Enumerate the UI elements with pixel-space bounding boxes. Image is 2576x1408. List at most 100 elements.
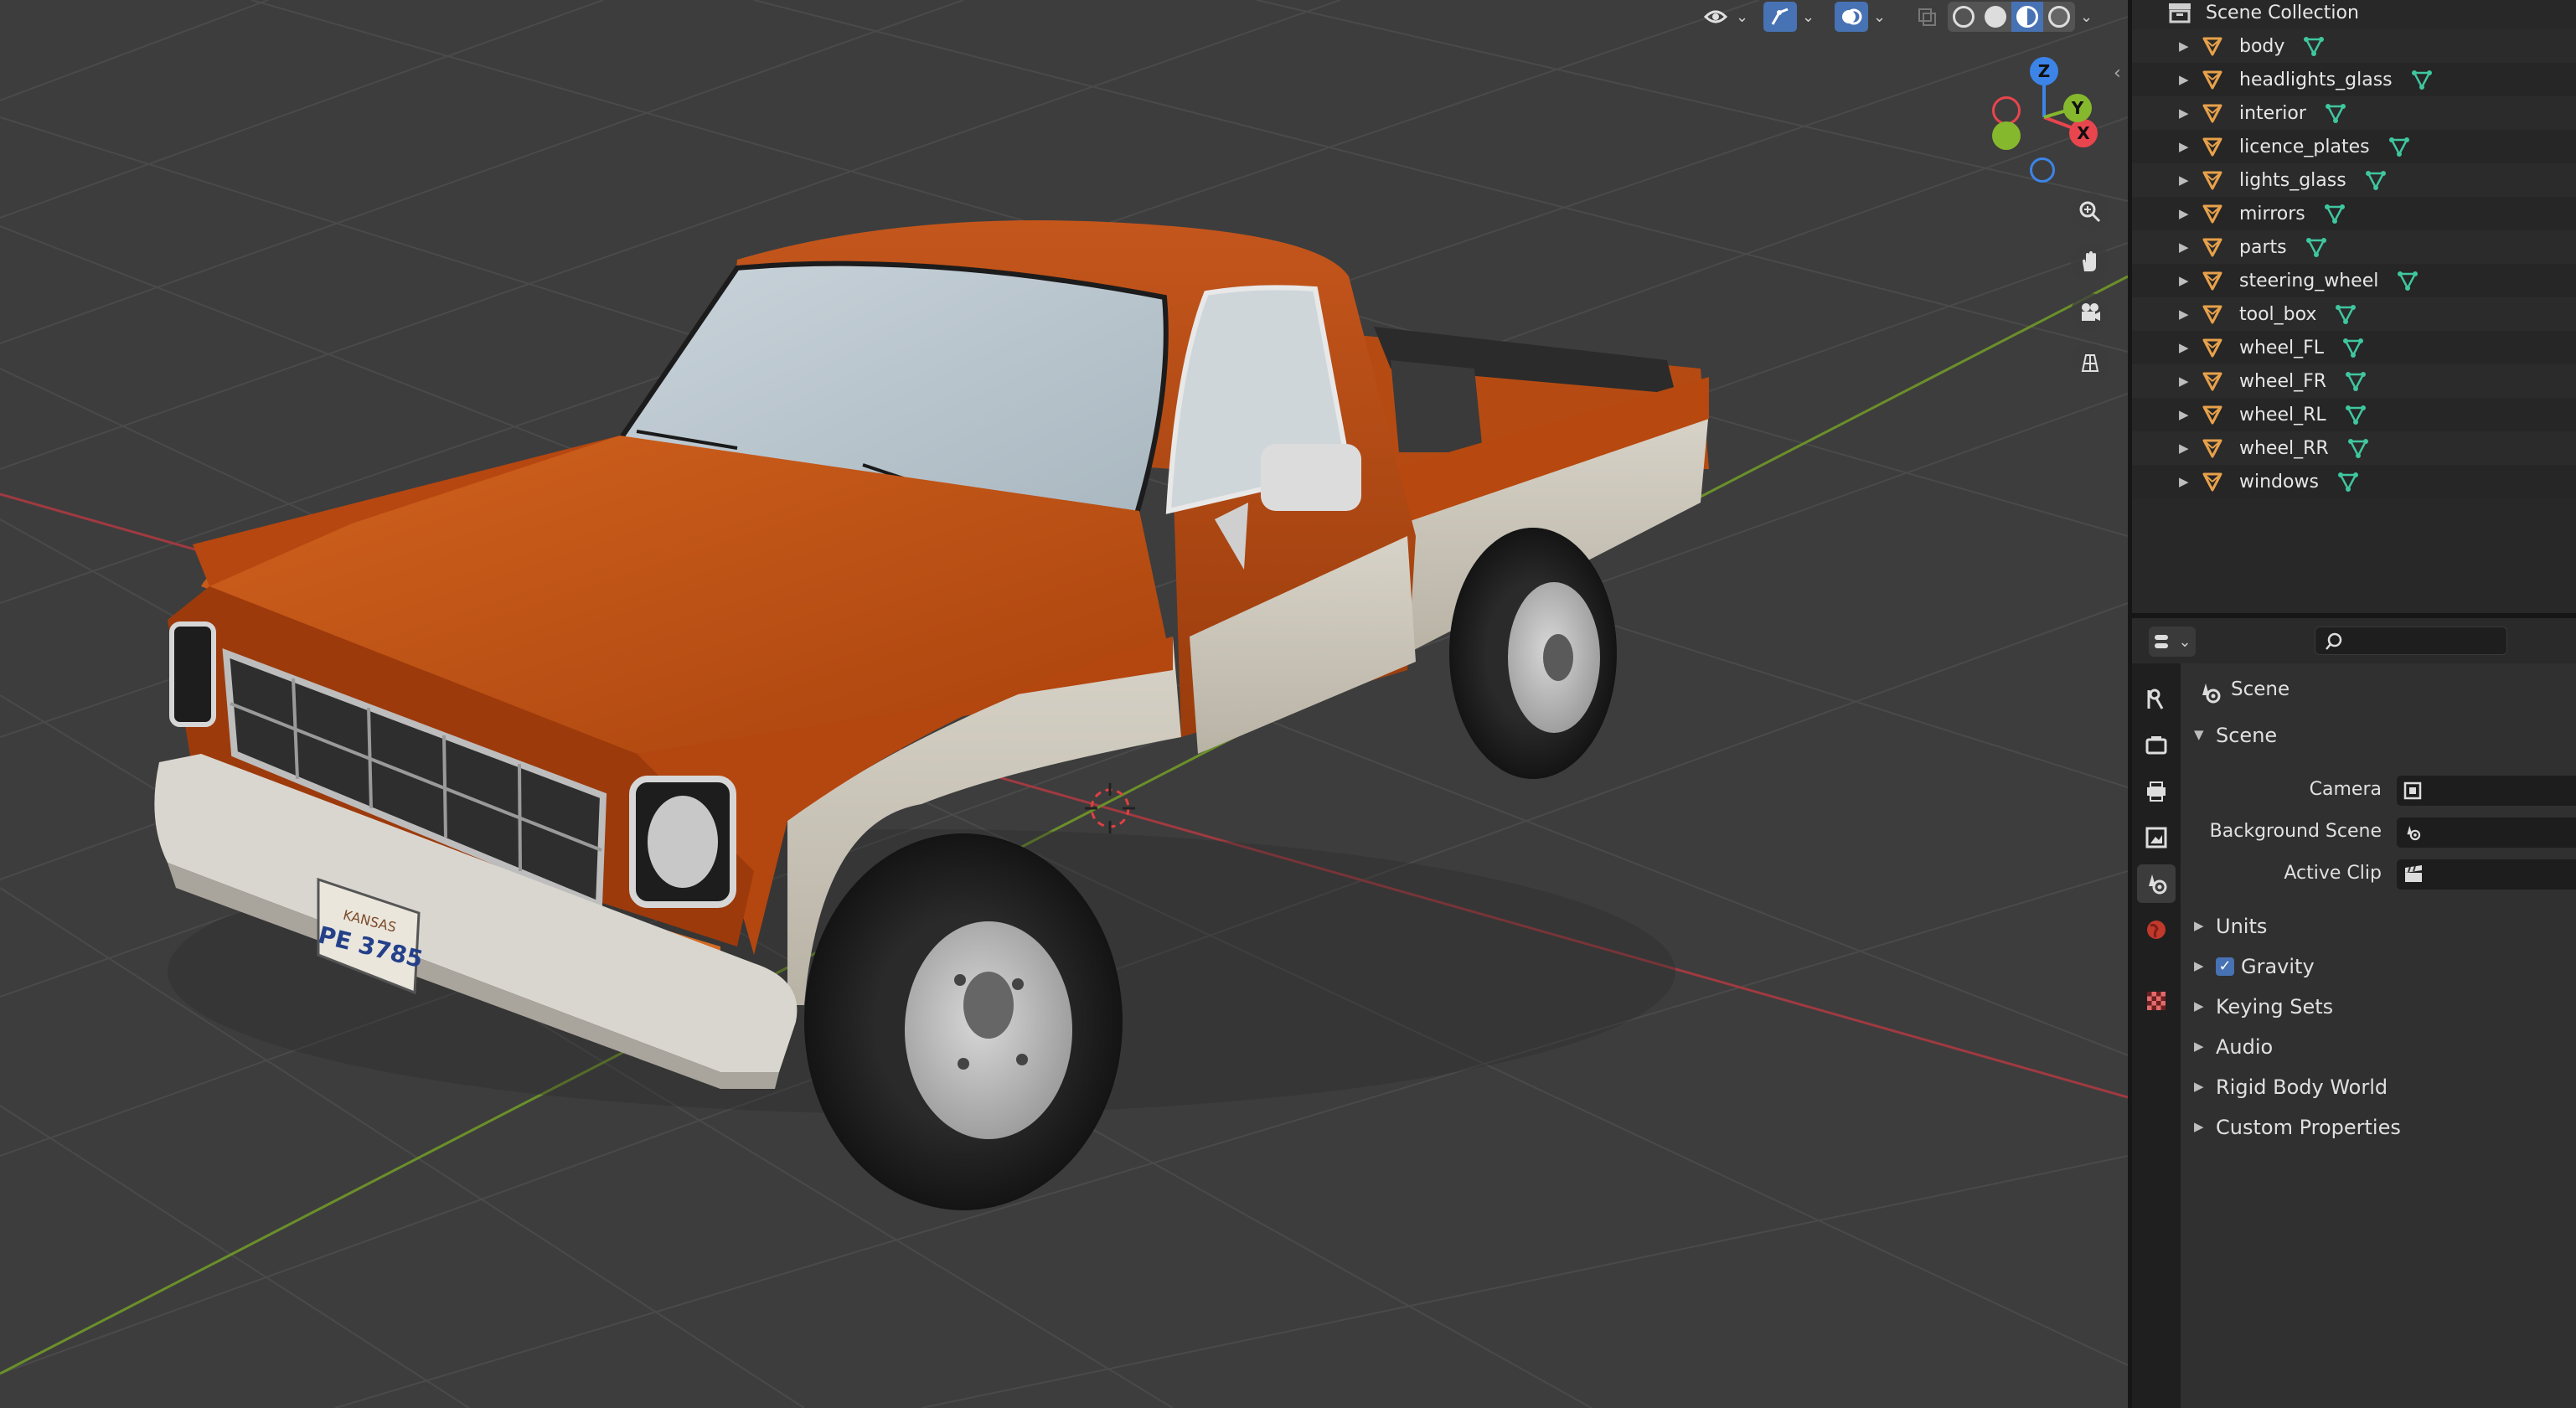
outliner-item-label: wheel_FL <box>2239 337 2325 358</box>
chevron-right-icon: ▶ <box>2194 958 2204 973</box>
overlays-toggle-group[interactable]: ⌄ <box>1835 0 1891 34</box>
camera-field[interactable] <box>2397 776 2576 806</box>
expand-arrow-icon[interactable]: ▶ <box>2179 206 2189 221</box>
mesh-data-icon[interactable] <box>2345 370 2367 392</box>
gizmo-neg-y-axis[interactable] <box>1992 121 2021 150</box>
gizmo-icon[interactable] <box>1763 2 1797 32</box>
outliner-item[interactable]: ▶ parts <box>2132 230 2576 264</box>
gizmo-neg-z-axis[interactable] <box>2030 157 2055 183</box>
mesh-data-icon[interactable] <box>2303 35 2325 57</box>
expand-arrow-icon[interactable]: ▶ <box>2179 441 2189 456</box>
outliner-item[interactable]: ▶ wheel_RL <box>2132 398 2576 431</box>
expand-arrow-icon[interactable]: ▶ <box>2179 173 2189 188</box>
perspective-grid-icon[interactable] <box>2071 343 2109 382</box>
mesh-data-icon[interactable] <box>2347 437 2369 459</box>
rendered-shading-icon[interactable] <box>2043 2 2075 32</box>
tab-view-layer[interactable] <box>2137 818 2176 857</box>
expand-arrow-icon[interactable]: ▶ <box>2179 139 2189 154</box>
tab-scene[interactable] <box>2137 864 2176 903</box>
shading-mode-group[interactable]: ⌄ <box>1948 0 2098 34</box>
view-layer-image-icon <box>2145 827 2167 848</box>
mesh-data-icon[interactable] <box>2305 236 2327 258</box>
tab-texture[interactable] <box>2137 982 2176 1020</box>
chevron-down-icon[interactable]: ⌄ <box>1873 8 1886 26</box>
expand-arrow-icon[interactable]: ▶ <box>2179 72 2189 87</box>
mesh-data-icon[interactable] <box>2342 337 2364 358</box>
mesh-data-icon[interactable] <box>2345 404 2367 425</box>
chevron-down-icon[interactable]: ⌄ <box>1802 8 1815 26</box>
subpanel-header[interactable]: ▶ Keying Sets <box>2181 988 2576 1025</box>
expand-arrow-icon[interactable]: ▶ <box>2179 106 2189 121</box>
expand-arrow-icon[interactable]: ▶ <box>2179 407 2189 422</box>
active-clip-field[interactable] <box>2397 859 2576 890</box>
subpanel-header[interactable]: ▶ Custom Properties <box>2181 1109 2576 1146</box>
expand-arrow-icon[interactable]: ▶ <box>2179 374 2189 389</box>
mesh-data-icon[interactable] <box>2325 102 2346 124</box>
expand-arrow-icon[interactable]: ▶ <box>2179 240 2189 255</box>
mesh-data-icon[interactable] <box>2335 303 2357 325</box>
expand-arrow-icon[interactable]: ▶ <box>2179 340 2189 355</box>
mesh-data-icon[interactable] <box>2324 203 2346 224</box>
chevron-down-icon[interactable]: ⌄ <box>2080 8 2093 26</box>
outliner-item[interactable]: ▶ steering_wheel <box>2132 264 2576 297</box>
properties-search-input[interactable] <box>2315 627 2507 655</box>
3d-viewport[interactable]: KANSAS PE 3785 ⌄ ⌄ ⌄ ⌄ Z X Y ‹ <box>0 0 2128 1408</box>
gizmo-z-axis[interactable]: Z <box>2030 57 2058 85</box>
mesh-data-icon[interactable] <box>2411 69 2433 90</box>
gizmo-y-axis[interactable]: Y <box>2063 94 2092 122</box>
properties-main: Scene ▼ Scene Camera Background Scene Ac… <box>2181 663 2576 1408</box>
gizmo-neg-x-axis[interactable] <box>1992 96 2021 125</box>
overlays-icon[interactable] <box>1835 2 1868 32</box>
outliner-item-label: wheel_RR <box>2239 437 2329 459</box>
outliner-item[interactable]: ▶ wheel_FR <box>2132 364 2576 398</box>
gizmo-x-axis[interactable]: X <box>2069 119 2098 147</box>
subpanel-header[interactable]: ▶ Rigid Body World <box>2181 1069 2576 1106</box>
mesh-data-icon[interactable] <box>2365 169 2387 191</box>
solid-shading-icon[interactable] <box>1980 2 2011 32</box>
scene-collection-row[interactable]: Scene Collection <box>2132 0 2576 29</box>
outliner-item[interactable]: ▶ licence_plates <box>2132 130 2576 163</box>
outliner-item[interactable]: ▶ headlights_glass <box>2132 63 2576 96</box>
outliner-item[interactable]: ▶ interior <box>2132 96 2576 130</box>
subpanel-header[interactable]: ▶ Units <box>2181 908 2576 945</box>
outliner-item[interactable]: ▶ tool_box <box>2132 297 2576 331</box>
outliner-item[interactable]: ▶ wheel_FL <box>2132 331 2576 364</box>
mesh-object-icon <box>2202 204 2222 224</box>
navigation-gizmo[interactable]: Z X Y <box>1977 50 2111 193</box>
camera-view-icon[interactable] <box>2071 293 2109 332</box>
chevron-down-icon[interactable]: ⌄ <box>1736 8 1748 26</box>
expand-arrow-icon[interactable]: ▶ <box>2179 273 2189 288</box>
tab-render[interactable] <box>2137 726 2176 765</box>
expand-arrow-icon[interactable]: ▶ <box>2179 307 2189 322</box>
subpanel-header[interactable]: ▶ ✓ Gravity <box>2181 948 2576 985</box>
zoom-icon[interactable] <box>2071 193 2109 231</box>
visibility-toggle[interactable]: ⌄ <box>1701 0 1753 34</box>
mesh-data-icon[interactable] <box>2337 471 2359 493</box>
mesh-data-icon[interactable] <box>2388 136 2410 157</box>
subpanel-header[interactable]: ▶ Audio <box>2181 1029 2576 1065</box>
xray-icon[interactable] <box>1912 2 1942 32</box>
eye-icon[interactable] <box>1701 2 1731 32</box>
sidebar-collapse-icon[interactable]: ‹ <box>2114 63 2121 84</box>
expand-arrow-icon[interactable]: ▶ <box>2179 474 2189 489</box>
mesh-data-icon[interactable] <box>2397 270 2419 291</box>
search-icon <box>2326 632 2342 650</box>
wireframe-shading-icon[interactable] <box>1948 2 1980 32</box>
tab-world[interactable] <box>2137 910 2176 949</box>
gravity-checkbox[interactable]: ✓ <box>2216 957 2234 976</box>
material-preview-shading-icon[interactable] <box>2011 2 2043 32</box>
gizmo-toggle-group[interactable]: ⌄ <box>1763 0 1820 34</box>
outliner-item[interactable]: ▶ windows <box>2132 465 2576 498</box>
expand-arrow-icon[interactable]: ▶ <box>2179 39 2189 54</box>
scene-panel-header[interactable]: ▼ Scene <box>2181 717 2576 756</box>
xray-toggle[interactable] <box>1912 0 1942 34</box>
editor-type-selector[interactable]: ⌄ <box>2149 627 2196 657</box>
outliner-item[interactable]: ▶ wheel_RR <box>2132 431 2576 465</box>
pan-hand-icon[interactable] <box>2071 243 2109 281</box>
background-scene-field[interactable] <box>2397 817 2576 848</box>
outliner-item[interactable]: ▶ lights_glass <box>2132 163 2576 197</box>
tab-output[interactable] <box>2137 772 2176 811</box>
outliner-item[interactable]: ▶ mirrors <box>2132 197 2576 230</box>
outliner-item[interactable]: ▶ body <box>2132 29 2576 63</box>
tab-tool[interactable] <box>2137 680 2176 719</box>
